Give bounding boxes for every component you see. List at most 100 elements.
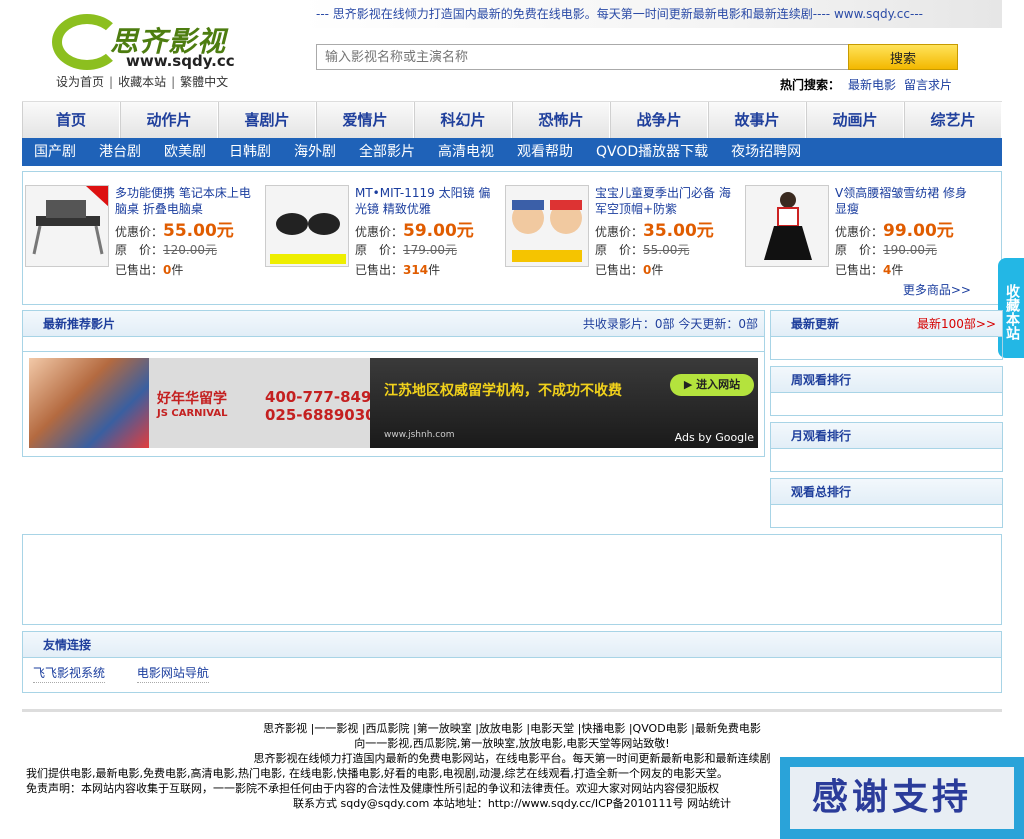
traditional-chinese-link[interactable]: 繁體中文 [180, 75, 228, 89]
ad-enter-button[interactable]: ▶ 进入网站 [670, 374, 754, 396]
friend-links-title: 友情连接 [23, 632, 1001, 658]
sunglasses-icon[interactable] [265, 185, 349, 267]
product-title[interactable]: 多功能便携 笔记本床上电脑桌 折叠电脑桌 [115, 185, 255, 221]
logo-text-en: www.sqdy.cc [126, 52, 235, 70]
friend-link[interactable]: 电影网站导航 [136, 666, 209, 683]
product-card[interactable]: 多功能便携 笔记本床上电脑桌 折叠电脑桌 优惠价：55.00元 原 价：120.… [25, 185, 265, 285]
price-label: 优惠价： [595, 225, 644, 239]
nav-war[interactable]: 战争片 [610, 102, 708, 138]
product-price: 35.00元 [643, 221, 714, 241]
more-products-link[interactable]: 更多商品>> [903, 281, 971, 298]
hot-search: 热门搜索： 最新电影 留言求片 [780, 76, 952, 93]
sold-label: 已售出： [355, 263, 404, 277]
nav-comedy[interactable]: 喜剧片 [218, 102, 316, 138]
footer-divider [22, 709, 1002, 712]
recommend-stats: 共收录影片：0部 今天更新：0部 [582, 317, 758, 331]
sold-label: 已售出： [835, 263, 884, 277]
original-price: 179.00元 [403, 243, 458, 257]
price-label: 优惠价： [835, 225, 884, 239]
ads-by-google[interactable]: Ads by Google [675, 431, 754, 444]
bookmark-link[interactable]: 收藏本站 [118, 75, 166, 89]
week-rank-panel: 周观看排行 [770, 366, 1003, 416]
dress-icon[interactable] [745, 185, 829, 267]
search-button[interactable]: 搜索 [848, 44, 958, 70]
recommend-panel: 最新推荐影片 共收录影片：0部 今天更新：0部 [22, 310, 765, 352]
sub-nav: 国产剧 港台剧 欧美剧 日韩剧 海外剧 全部影片 高清电视 观看帮助 QVOD播… [22, 138, 1002, 166]
month-rank-title: 月观看排行 [771, 423, 1002, 449]
product-card[interactable]: 宝宝儿童夏季出门必备 海军空顶帽+防紫 优惠价：35.00元 原 价：55.00… [505, 185, 745, 285]
latest-update-title: 最新更新 [791, 317, 840, 331]
ad-container: 好年华留学 JS CARNIVAL 400-777-8498 025-6889030… [22, 352, 765, 457]
orig-label: 原 价： [355, 243, 404, 257]
subnav-overseas[interactable]: 海外剧 [294, 138, 336, 166]
search-input[interactable] [316, 44, 850, 70]
orig-label: 原 价： [115, 243, 164, 257]
subnav-help[interactable]: 观看帮助 [517, 138, 573, 166]
original-price: 190.00元 [883, 243, 938, 257]
product-card[interactable]: V领高腰褶皱雪纺裙 修身显瘦 优惠价：99.00元 原 价：190.00元 已售… [745, 185, 985, 285]
sold-count: 314 [403, 263, 429, 277]
orig-label: 原 价： [835, 243, 884, 257]
latest-update-panel: 最新更新 最新100部>> [770, 310, 1003, 360]
footer-links[interactable]: 思齐影视 |一一影视 |西瓜影院 |第一放映室 |放放电影 |电影天堂 |快播电… [0, 721, 1024, 736]
month-rank-panel: 月观看排行 [770, 422, 1003, 472]
product-price: 99.00元 [883, 221, 954, 241]
sold-label: 已售出： [115, 263, 164, 277]
week-rank-title: 周观看排行 [771, 367, 1002, 393]
hot-link-latest-movies[interactable]: 最新电影 [848, 78, 896, 92]
site-logo[interactable]: 思齐影视 www.sqdy.cc [52, 12, 242, 74]
sold-unit: 件 [891, 263, 904, 277]
subnav-domestic[interactable]: 国产剧 [34, 138, 76, 166]
latest-100-link[interactable]: 最新100部>> [917, 311, 996, 337]
product-price: 55.00元 [163, 221, 234, 241]
subnav-hdtv[interactable]: 高清电视 [438, 138, 494, 166]
orig-label: 原 价： [595, 243, 644, 257]
total-rank-panel: 观看总排行 [770, 478, 1003, 528]
sold-label: 已售出： [595, 263, 644, 277]
subnav-western[interactable]: 欧美剧 [164, 138, 206, 166]
nav-romance[interactable]: 爱情片 [316, 102, 414, 138]
set-homepage-link[interactable]: 设为首页 [56, 75, 104, 89]
hot-link-request[interactable]: 留言求片 [904, 78, 952, 92]
thanks-float-banner[interactable]: 感谢支持 [780, 757, 1024, 839]
product-title[interactable]: V领高腰褶皱雪纺裙 修身显瘦 [835, 185, 975, 221]
price-label: 优惠价： [355, 225, 404, 239]
ad-brand: 好年华留学 JS CARNIVAL [157, 391, 228, 419]
subnav-hktw[interactable]: 港台剧 [99, 138, 141, 166]
nav-animation[interactable]: 动画片 [806, 102, 904, 138]
nav-home[interactable]: 首页 [22, 102, 120, 138]
nav-scifi[interactable]: 科幻片 [414, 102, 512, 138]
friend-link[interactable]: 飞飞影视系统 [33, 666, 106, 683]
footer-tribute: 向一一影视,西瓜影院,第一放映室,放放电影,电影天堂等网站致敬! [354, 737, 670, 750]
ad-people-image [29, 358, 149, 448]
ad-url: www.jshnh.com [384, 430, 455, 440]
recommend-title: 最新推荐影片 [43, 317, 116, 331]
subnav-qvod-download[interactable]: QVOD播放器下载 [596, 138, 708, 166]
kids-hat-icon[interactable] [505, 185, 589, 267]
product-title[interactable]: 宝宝儿童夏季出门必备 海军空顶帽+防紫 [595, 185, 735, 221]
ad-brand-en: JS CARNIVAL [157, 408, 228, 419]
sold-unit: 件 [171, 263, 184, 277]
nav-action[interactable]: 动作片 [120, 102, 218, 138]
nav-drama[interactable]: 故事片 [708, 102, 806, 138]
nav-variety[interactable]: 综艺片 [904, 102, 1002, 138]
subnav-all[interactable]: 全部影片 [359, 138, 415, 166]
sold-unit: 件 [651, 263, 664, 277]
subnav-recruit[interactable]: 夜场招聘网 [731, 138, 801, 166]
ad-banner[interactable]: 好年华留学 JS CARNIVAL 400-777-8498 025-6889030… [29, 358, 758, 448]
laptop-desk-icon[interactable] [25, 185, 109, 267]
price-label: 优惠价： [115, 225, 164, 239]
ad-slogan: 江苏地区权威留学机构，不成功不收费 [384, 383, 622, 399]
header-links: 设为首页 | 收藏本站 | 繁體中文 [56, 75, 229, 89]
original-price: 120.00元 [163, 243, 218, 257]
main-nav: 首页 动作片 喜剧片 爱情片 科幻片 恐怖片 战争片 故事片 动画片 综艺片 [22, 101, 1002, 138]
search-bar: 搜索 [316, 44, 958, 70]
product-title[interactable]: MT•MIT-1119 太阳镜 偏光镜 精致优雅 [355, 185, 495, 221]
hot-search-label: 热门搜索： [780, 78, 841, 92]
product-strip: 多功能便携 笔记本床上电脑桌 折叠电脑桌 优惠价：55.00元 原 价：120.… [22, 171, 1002, 305]
sold-unit: 件 [428, 263, 441, 277]
nav-horror[interactable]: 恐怖片 [512, 102, 610, 138]
subnav-jpkr[interactable]: 日韩剧 [229, 138, 271, 166]
product-card[interactable]: MT•MIT-1119 太阳镜 偏光镜 精致优雅 优惠价：59.00元 原 价：… [265, 185, 505, 285]
thanks-text: 感谢支持 [790, 767, 1014, 829]
